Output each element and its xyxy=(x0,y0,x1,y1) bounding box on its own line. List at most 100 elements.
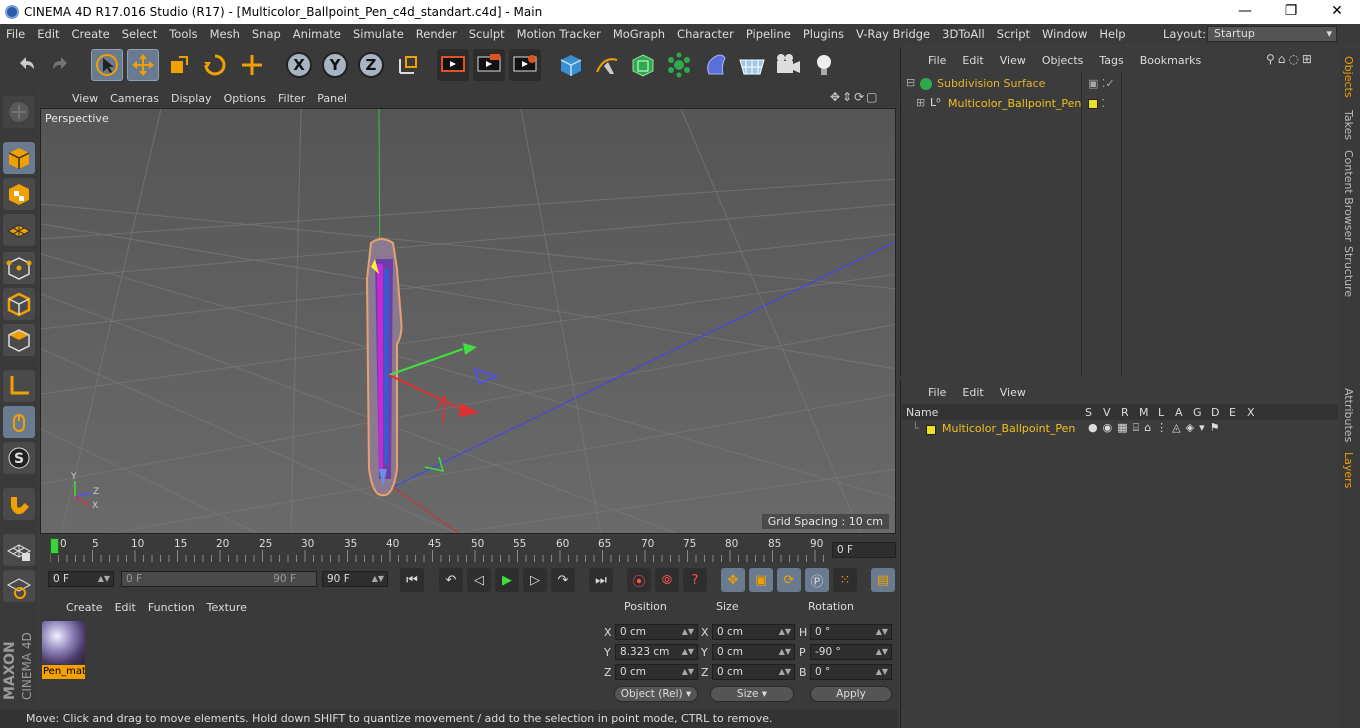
undo-icon[interactable] xyxy=(10,49,42,81)
camera-icon[interactable] xyxy=(772,49,804,81)
object-row-pen[interactable]: ⊞ L⁰ Multicolor_Ballpoint_Pen ⁚ xyxy=(904,94,1334,114)
objects-menu-file[interactable]: File xyxy=(920,54,954,67)
next-frame-icon[interactable]: ▷ xyxy=(523,568,547,592)
menu-tools[interactable]: Tools xyxy=(163,27,203,41)
cloner-icon[interactable] xyxy=(663,49,695,81)
layer-col-locked[interactable]: L xyxy=(1158,406,1164,419)
menu-render[interactable]: Render xyxy=(410,27,463,41)
end-frame-field[interactable]: 90 F ▲▼ xyxy=(322,571,388,587)
layout-select[interactable]: Startup xyxy=(1207,26,1337,42)
size-y-field[interactable]: 0 cm ▲▼ xyxy=(712,644,795,660)
autokey-icon[interactable]: ⦾ xyxy=(655,568,679,592)
key-rotation-icon[interactable]: ⟳ xyxy=(777,568,801,592)
frame-range-slider[interactable]: 0 F 90 F xyxy=(121,571,317,587)
move-gizmo[interactable] xyxy=(388,343,500,473)
layer-color-swatch[interactable] xyxy=(926,423,936,436)
keyframe-selection-icon[interactable]: ? xyxy=(683,568,707,592)
rotate-icon[interactable] xyxy=(199,49,231,81)
model-mode-icon[interactable] xyxy=(3,142,35,174)
menu-file[interactable]: File xyxy=(0,27,31,41)
material-menu-function[interactable]: Function xyxy=(142,601,201,614)
perspective-viewport[interactable]: Perspective Y X Z Grid Spacing : 10 cm xyxy=(40,108,896,534)
menu-animate[interactable]: Animate xyxy=(287,27,347,41)
floor-environment-icon[interactable] xyxy=(736,49,768,81)
viewport-menu-view[interactable]: View xyxy=(66,92,104,105)
menu-mesh[interactable]: Mesh xyxy=(204,27,246,41)
axis-mode-icon[interactable] xyxy=(3,370,35,402)
objects-menu-view[interactable]: View xyxy=(992,54,1034,67)
expand-icon[interactable]: ⊞ xyxy=(916,96,925,109)
make-editable-icon[interactable] xyxy=(3,96,35,128)
layer-col-deformers[interactable]: D xyxy=(1211,406,1219,419)
menu-snap[interactable]: Snap xyxy=(246,27,287,41)
object-manager-search-icon[interactable]: ⚲⌂◌⊞ xyxy=(1266,52,1315,66)
redo-icon[interactable] xyxy=(45,49,77,81)
key-point-level-icon[interactable]: ⁙ xyxy=(833,568,857,592)
layer-col-manager[interactable]: M xyxy=(1139,406,1149,419)
go-to-start-icon[interactable]: ⏮ xyxy=(400,568,424,592)
record-active-icon[interactable]: ⦿ xyxy=(627,568,651,592)
position-y-field[interactable]: 8.323 cm ▲▼ xyxy=(615,644,698,660)
layer-col-xref[interactable]: X xyxy=(1247,406,1255,419)
menu-sculpt[interactable]: Sculpt xyxy=(463,27,511,41)
rotation-p-field[interactable]: -90 ° ▲▼ xyxy=(810,644,892,660)
render-view-icon[interactable] xyxy=(437,49,469,81)
subdivision-surface-icon[interactable] xyxy=(627,49,659,81)
menu-pipeline[interactable]: Pipeline xyxy=(740,27,797,41)
objects-menu-objects[interactable]: Objects xyxy=(1034,54,1092,67)
layer-col-animation[interactable]: A xyxy=(1175,406,1183,419)
layers-menu-edit[interactable]: Edit xyxy=(954,386,991,399)
layer-col-generators[interactable]: G xyxy=(1193,406,1202,419)
objects-menu-edit[interactable]: Edit xyxy=(954,54,991,67)
layer-col-name[interactable]: Name xyxy=(906,406,938,419)
go-to-end-icon[interactable]: ⏭ xyxy=(589,568,613,592)
recent-tool-icon[interactable] xyxy=(236,49,268,81)
size-x-field[interactable]: 0 cm ▲▼ xyxy=(712,624,795,640)
tab-layers[interactable]: Layers xyxy=(1342,450,1355,488)
viewport-menu-cameras[interactable]: Cameras xyxy=(104,92,165,105)
apply-button[interactable]: Apply xyxy=(810,686,892,702)
layer-col-expressions[interactable]: E xyxy=(1229,406,1236,419)
object-row-subdivision-surface[interactable]: ⊟ Subdivision Surface ▣ ⁚✓ xyxy=(904,74,1334,94)
workplane-mode-icon[interactable] xyxy=(3,214,35,246)
pen-model[interactable] xyxy=(365,238,403,497)
visibility-dots[interactable]: ▣ ⁚✓ xyxy=(1088,77,1115,90)
key-parameter-icon[interactable]: Ⓟ xyxy=(805,568,829,592)
current-frame-field[interactable]: 0 F xyxy=(832,542,896,558)
layer-col-render[interactable]: R xyxy=(1121,406,1129,419)
timeline-window-icon[interactable]: ▤ xyxy=(871,568,895,592)
menu-plugins[interactable]: Plugins xyxy=(797,27,850,41)
position-z-field[interactable]: 0 cm ▲▼ xyxy=(615,664,698,680)
menu-script[interactable]: Script xyxy=(991,27,1036,41)
y-axis-lock-button[interactable]: Y xyxy=(322,52,348,78)
locked-workplane-icon[interactable] xyxy=(3,534,35,566)
close-button[interactable]: ✕ xyxy=(1314,0,1360,24)
menu-window[interactable]: Window xyxy=(1036,27,1093,41)
material-menu-edit[interactable]: Edit xyxy=(109,601,142,614)
edges-mode-icon[interactable] xyxy=(3,288,35,320)
snap-icon[interactable]: S xyxy=(3,442,35,474)
position-x-field[interactable]: 0 cm ▲▼ xyxy=(615,624,698,640)
planar-workplane-icon[interactable] xyxy=(3,570,35,602)
objects-menu-bookmarks[interactable]: Bookmarks xyxy=(1132,54,1209,67)
menu-vray-bridge[interactable]: V-Ray Bridge xyxy=(850,27,936,41)
viewport-menu-display[interactable]: Display xyxy=(165,92,218,105)
tweak-mode-icon[interactable] xyxy=(3,406,35,438)
playhead[interactable] xyxy=(50,538,59,554)
viewport-menu-options[interactable]: Options xyxy=(218,92,272,105)
menu-help[interactable]: Help xyxy=(1093,27,1131,41)
layer-toggle-icons[interactable]: ●◉▦⌸⌂⋮◬◈▾⚑ xyxy=(1088,421,1224,435)
points-mode-icon[interactable] xyxy=(3,252,35,284)
key-scale-icon[interactable]: ▣ xyxy=(749,568,773,592)
deformer-icon[interactable] xyxy=(700,49,732,81)
rotation-h-field[interactable]: 0 ° ▲▼ xyxy=(810,624,892,640)
coordinate-system-icon[interactable] xyxy=(392,49,424,81)
menu-character[interactable]: Character xyxy=(671,27,740,41)
layer-col-solo[interactable]: S xyxy=(1085,406,1092,419)
viewport-menu-filter[interactable]: Filter xyxy=(272,92,311,105)
rotation-b-field[interactable]: 0 ° ▲▼ xyxy=(810,664,892,680)
size-mode-dropdown[interactable]: Size ▾ xyxy=(710,686,794,702)
texture-mode-icon[interactable] xyxy=(3,178,35,210)
menu-mograph[interactable]: MoGraph xyxy=(607,27,671,41)
menu-motion-tracker[interactable]: Motion Tracker xyxy=(511,27,607,41)
